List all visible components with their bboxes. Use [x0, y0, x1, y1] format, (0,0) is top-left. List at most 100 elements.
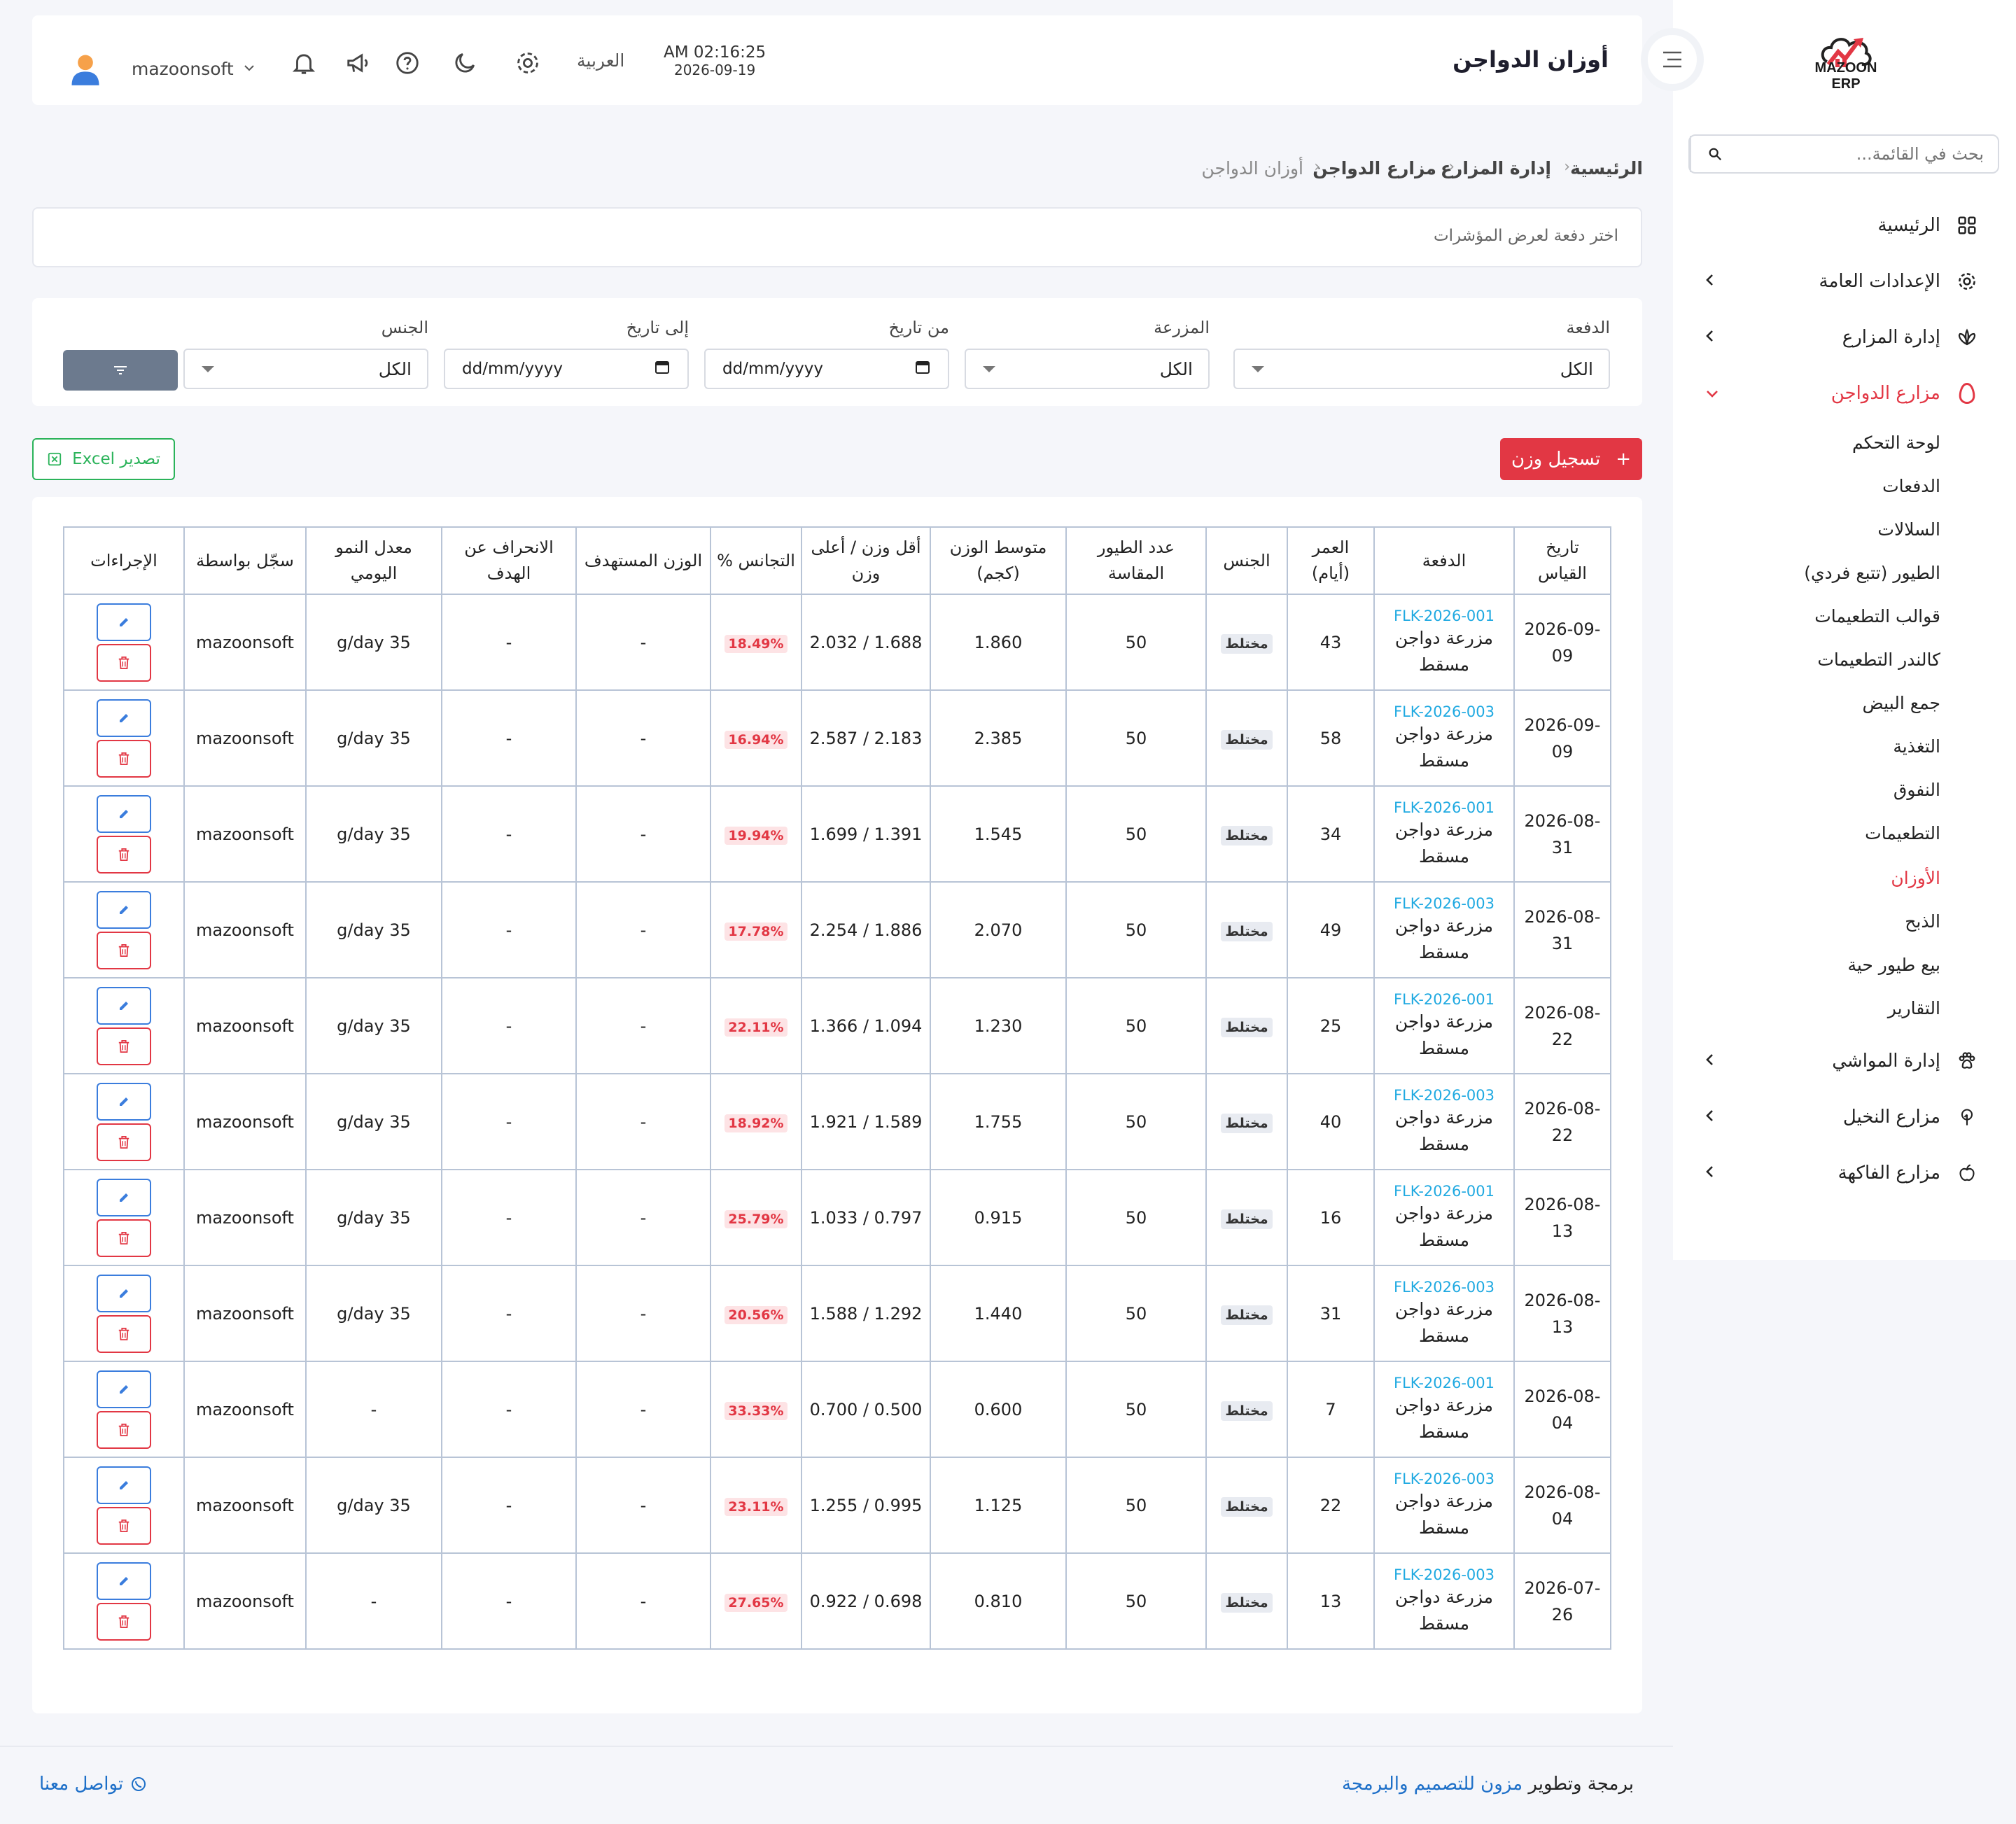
sidebar-sub-batches[interactable]: الدفعات	[1882, 476, 1940, 496]
to-date-input[interactable]: dd/mm/yyyy	[444, 349, 689, 389]
column-header-gender[interactable]: الجنس	[1205, 526, 1288, 595]
breadcrumb-farm-management[interactable]: إدارة المزارع	[1441, 158, 1551, 178]
edit-button[interactable]	[97, 603, 151, 641]
announcements-button[interactable]	[343, 48, 374, 78]
column-header-date[interactable]: تاريخ القياس	[1513, 526, 1611, 595]
delete-button[interactable]	[97, 1410, 151, 1449]
sidebar-item-farm-management[interactable]: إدارة المزارع	[1693, 316, 1980, 358]
delete-button[interactable]	[97, 1027, 151, 1065]
delete-button[interactable]	[97, 739, 151, 778]
sidebar-search-input[interactable]	[1739, 144, 1998, 164]
sidebar-sub-feeding[interactable]: التغذية	[1893, 736, 1940, 757]
sidebar-sub-mortality[interactable]: النفوق	[1893, 780, 1940, 800]
batch-code-link[interactable]: FLK-2026-003	[1380, 1086, 1508, 1104]
column-header-deviation[interactable]: الانحراف عن الهدف	[441, 526, 577, 595]
cell-recorded-by: mazoonsoft	[183, 1073, 307, 1170]
column-header-min-max[interactable]: أقل وزن / أعلى وزن	[801, 526, 931, 595]
column-header-age[interactable]: العمر (أيام)	[1287, 526, 1375, 595]
footer: برمجة وتطوير مزون للتصميم والبرمجة تواصل…	[0, 1746, 1673, 1824]
cell-growth: 35 g/day	[305, 977, 442, 1074]
edit-button[interactable]	[97, 1274, 151, 1312]
column-header-growth[interactable]: معدل النمو اليومي	[305, 526, 442, 595]
batch-select[interactable]: الكل	[1233, 349, 1610, 389]
column-header-batch[interactable]: الدفعة	[1373, 526, 1515, 595]
batch-code-link[interactable]: FLK-2026-003	[1380, 703, 1508, 721]
sidebar-sub-live-sales[interactable]: بيع طيور حية	[1847, 955, 1940, 975]
sidebar-sub-dashboard[interactable]: لوحة التحكم	[1852, 433, 1940, 453]
sidebar-sub-egg-collection[interactable]: جمع البيض	[1863, 693, 1940, 713]
delete-button[interactable]	[97, 931, 151, 969]
sidebar-sub-vaccine-calendar[interactable]: كالندر التطعيمات	[1817, 650, 1940, 670]
batch-code-link[interactable]: FLK-2026-001	[1380, 799, 1508, 817]
delete-button[interactable]	[97, 1314, 151, 1353]
edit-button[interactable]	[97, 1178, 151, 1216]
search-button[interactable]	[1690, 136, 1739, 172]
sidebar-sub-breeds[interactable]: السلالات	[1877, 519, 1940, 540]
add-weight-button[interactable]: + تسجيل وزن	[1500, 438, 1642, 480]
edit-button[interactable]	[97, 986, 151, 1025]
batch-code-link[interactable]: FLK-2026-001	[1380, 1374, 1508, 1392]
cell-recorded-by: mazoonsoft	[183, 1457, 307, 1554]
footer-credit-link[interactable]: مزون للتصميم والبرمجة	[1342, 1774, 1522, 1795]
sidebar-sub-birds[interactable]: الطيور (تتبع فردي)	[1804, 563, 1940, 583]
column-header-uniformity[interactable]: التجانس %	[710, 526, 802, 595]
column-header-count[interactable]: عدد الطيور المقاسة	[1065, 526, 1207, 595]
batch-code-link[interactable]: FLK-2026-003	[1380, 895, 1508, 913]
language-switcher[interactable]: العربية	[577, 50, 624, 71]
edit-button[interactable]	[97, 1562, 151, 1600]
cell-batch: FLK-2026-003 مزرعة دواجن مسقط	[1373, 1073, 1515, 1170]
sidebar-item-poultry-farms[interactable]: مزارع الدواجن	[1693, 372, 1980, 414]
sidebar-item-general-settings[interactable]: الإعدادات العامة	[1693, 260, 1980, 302]
breadcrumb-poultry-farms[interactable]: مزارع الدواجن	[1312, 158, 1436, 178]
trash-icon	[118, 1615, 130, 1628]
farm-select[interactable]: الكل	[965, 349, 1210, 389]
edit-button[interactable]	[97, 1370, 151, 1408]
gender-select[interactable]: الكل	[183, 349, 428, 389]
contact-link[interactable]: تواصل معنا	[39, 1774, 147, 1795]
breadcrumb-home[interactable]: الرئيسية	[1570, 158, 1643, 178]
brand-logo[interactable]: MAZOON ERP	[1800, 28, 1891, 95]
delete-button[interactable]	[97, 1219, 151, 1257]
from-date-input[interactable]: dd/mm/yyyy	[704, 349, 949, 389]
batch-code-link[interactable]: FLK-2026-001	[1380, 607, 1508, 625]
notifications-button[interactable]	[288, 48, 319, 78]
batch-code-link[interactable]: FLK-2026-001	[1380, 1182, 1508, 1200]
export-excel-button[interactable]: تصدير Excel	[32, 438, 175, 480]
sidebar-item-livestock[interactable]: إدارة المواشي	[1693, 1040, 1980, 1082]
column-header-target[interactable]: الوزن المستهدف	[575, 526, 711, 595]
sidebar-sub-vaccine-templates[interactable]: قوالب التطعيمات	[1814, 606, 1940, 626]
sidebar-toggle-button[interactable]	[1641, 28, 1704, 91]
settings-button[interactable]	[512, 48, 543, 78]
delete-button[interactable]	[97, 1602, 151, 1641]
sidebar-sub-weights[interactable]: الأوزان	[1891, 868, 1940, 888]
sidebar-item-home[interactable]: الرئيسية	[1693, 204, 1980, 246]
sidebar-sub-vaccinations[interactable]: التطعيمات	[1865, 823, 1940, 843]
theme-toggle-button[interactable]	[449, 48, 480, 78]
sidebar-item-fruit-farms[interactable]: مزارع الفاكهة	[1693, 1152, 1980, 1194]
batch-code-link[interactable]: FLK-2026-001	[1380, 990, 1508, 1009]
gender-badge: مختلط	[1221, 1017, 1273, 1037]
column-header-recorded-by[interactable]: سجّل بواسطة	[183, 526, 307, 595]
edit-button[interactable]	[97, 1466, 151, 1504]
sidebar-sub-slaughter[interactable]: الذبح	[1905, 911, 1940, 932]
batch-code-link[interactable]: FLK-2026-003	[1380, 1278, 1508, 1296]
edit-button[interactable]	[97, 699, 151, 737]
apply-filter-button[interactable]	[63, 350, 178, 391]
delete-button[interactable]	[97, 1506, 151, 1545]
sidebar-item-palm-farms[interactable]: مزارع النخيل	[1693, 1096, 1980, 1138]
batch-code-link[interactable]: FLK-2026-003	[1380, 1566, 1508, 1584]
column-header-avg-weight[interactable]: متوسط الوزن (كجم)	[930, 526, 1067, 595]
edit-button[interactable]	[97, 1082, 151, 1121]
delete-button[interactable]	[97, 1123, 151, 1161]
edit-button[interactable]	[97, 794, 151, 833]
batch-code-link[interactable]: FLK-2026-003	[1380, 1470, 1508, 1488]
help-button[interactable]	[392, 48, 423, 78]
cell-min-max: 0.698 / 0.922	[801, 1552, 931, 1650]
top-header: أوزان الدواجن AM 02:16:25 2026-09-19 الع…	[32, 15, 1642, 105]
cell-min-max: 1.886 / 2.254	[801, 881, 931, 978]
sidebar-sub-reports[interactable]: التقارير	[1888, 998, 1940, 1018]
edit-button[interactable]	[97, 890, 151, 929]
user-menu[interactable]: mazoonsoft	[67, 50, 255, 87]
delete-button[interactable]	[97, 835, 151, 874]
delete-button[interactable]	[97, 643, 151, 682]
